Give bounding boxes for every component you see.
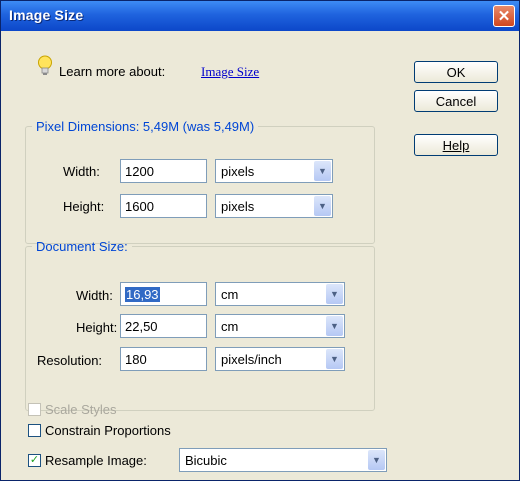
constrain-proportions-label: Constrain Proportions: [45, 423, 171, 438]
close-glyph: ✕: [497, 7, 511, 25]
help-button[interactable]: Help: [414, 134, 498, 156]
lightbulb-icon: [38, 55, 52, 75]
close-icon[interactable]: ✕: [493, 5, 515, 27]
doc-height-unit-select[interactable]: cm ▼: [215, 314, 345, 338]
chevron-down-icon[interactable]: ▼: [368, 450, 385, 470]
ok-button[interactable]: OK: [414, 61, 498, 83]
learn-more-label: Learn more about:: [59, 64, 166, 79]
resolution-label: Resolution:: [37, 353, 103, 368]
dropdown-glyph: ▼: [372, 455, 381, 465]
checkmark-icon: ✓: [29, 454, 40, 466]
ok-button-label: OK: [446, 64, 466, 80]
resolution-input[interactable]: 180: [120, 347, 207, 371]
resolution-unit-select[interactable]: pixels/inch ▼: [215, 347, 345, 371]
pixel-width-unit-select[interactable]: pixels ▼: [215, 159, 333, 183]
resample-method: Bicubic: [185, 453, 227, 468]
document-size-legend: Document Size:: [36, 239, 128, 254]
dropdown-glyph: ▼: [330, 321, 339, 331]
doc-height-value: 22,50: [125, 319, 158, 334]
dropdown-glyph: ▼: [318, 201, 327, 211]
doc-width-value: 16,93: [125, 287, 160, 302]
pixel-dimensions-legend: Pixel Dimensions: 5,49M (was 5,49M): [36, 119, 255, 134]
window-title: Image Size: [9, 7, 84, 23]
doc-width-input[interactable]: 16,93: [120, 282, 207, 306]
help-button-label: Help: [442, 137, 470, 153]
pixel-height-unit-select[interactable]: pixels ▼: [215, 194, 333, 218]
constrain-proportions-checkbox[interactable]: [28, 424, 41, 437]
resample-method-select[interactable]: Bicubic ▼: [179, 448, 387, 472]
pixel-width-label: Width:: [63, 164, 100, 179]
cancel-button[interactable]: Cancel: [414, 90, 498, 112]
cancel-button-label: Cancel: [435, 93, 477, 109]
doc-height-input[interactable]: 22,50: [120, 314, 207, 338]
pixel-width-input[interactable]: 1200: [120, 159, 207, 183]
pixel-width-unit: pixels: [221, 164, 255, 179]
learn-more-link[interactable]: Image Size: [201, 64, 259, 80]
pixel-height-unit: pixels: [221, 199, 255, 214]
title-bar[interactable]: Image Size ✕: [1, 1, 519, 31]
image-size-dialog: Image Size ✕ Learn more about: Image Siz…: [0, 0, 520, 481]
dropdown-glyph: ▼: [318, 166, 327, 176]
pixel-height-value: 1600: [125, 199, 154, 214]
pixel-height-input[interactable]: 1600: [120, 194, 207, 218]
resolution-value: 180: [125, 352, 147, 367]
pixel-width-value: 1200: [125, 164, 154, 179]
dialog-body: Learn more about: Image Size OK Cancel H…: [1, 31, 519, 480]
chevron-down-icon[interactable]: ▼: [326, 349, 343, 369]
doc-width-unit-select[interactable]: cm ▼: [215, 282, 345, 306]
dropdown-glyph: ▼: [330, 289, 339, 299]
chevron-down-icon[interactable]: ▼: [314, 196, 331, 216]
scale-styles-checkbox[interactable]: [28, 403, 41, 416]
doc-height-label: Height:: [76, 320, 118, 335]
dropdown-glyph: ▼: [330, 354, 339, 364]
chevron-down-icon[interactable]: ▼: [326, 316, 343, 336]
scale-styles-label: Scale Styles: [45, 402, 117, 417]
doc-width-label: Width:: [76, 288, 113, 303]
resolution-unit: pixels/inch: [221, 352, 282, 367]
chevron-down-icon[interactable]: ▼: [326, 284, 343, 304]
chevron-down-icon[interactable]: ▼: [314, 161, 331, 181]
resample-image-label: Resample Image:: [45, 453, 147, 468]
doc-height-unit: cm: [221, 319, 239, 334]
resample-image-checkbox[interactable]: ✓: [28, 454, 41, 467]
pixel-height-label: Height:: [63, 199, 105, 214]
doc-width-unit: cm: [221, 287, 239, 302]
